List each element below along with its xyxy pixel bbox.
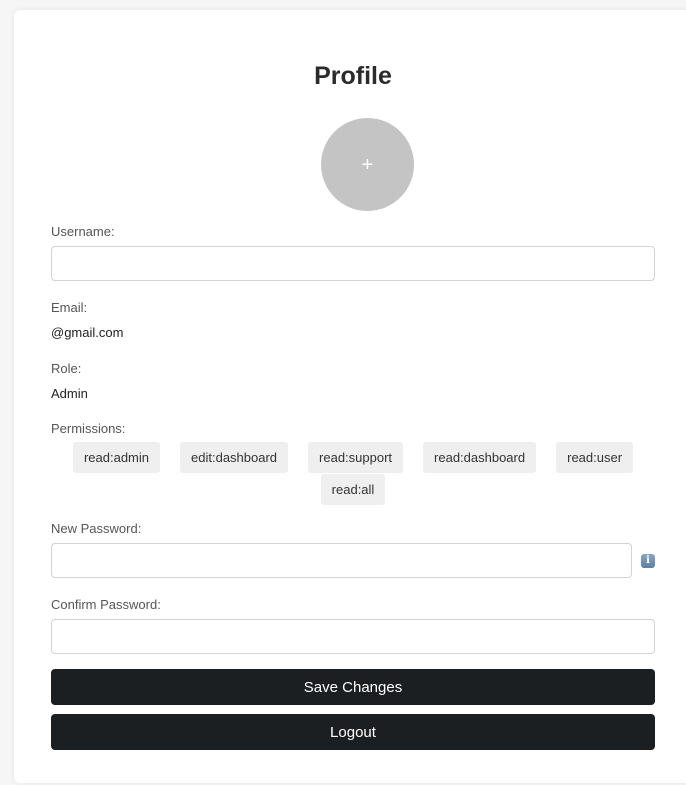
permission-chip: read:dashboard bbox=[423, 442, 537, 473]
email-value: @gmail.com bbox=[51, 325, 124, 340]
plus-icon: + bbox=[361, 153, 374, 176]
username-input[interactable] bbox=[51, 246, 655, 281]
confirm-password-input[interactable] bbox=[51, 619, 655, 654]
permission-chip: read:admin bbox=[72, 442, 161, 473]
permission-chip: read:support bbox=[308, 442, 404, 473]
avatar-upload-button[interactable]: + bbox=[321, 118, 414, 211]
page-title: Profile bbox=[314, 62, 392, 90]
role-value: Admin bbox=[51, 386, 88, 401]
permissions-list: read:admin edit:dashboard read:support r… bbox=[51, 442, 655, 505]
permission-chip: read:all bbox=[320, 474, 386, 505]
email-label: Email: bbox=[51, 300, 88, 315]
permission-chip: edit:dashboard bbox=[180, 442, 289, 473]
new-password-input[interactable] bbox=[51, 543, 632, 578]
permissions-label: Permissions: bbox=[51, 421, 126, 436]
logout-button[interactable]: Logout bbox=[51, 714, 655, 750]
username-label: Username: bbox=[51, 224, 115, 239]
new-password-label: New Password: bbox=[51, 521, 142, 536]
confirm-password-label: Confirm Password: bbox=[51, 597, 161, 612]
info-icon[interactable]: i bbox=[641, 554, 655, 568]
profile-card: Profile + bbox=[14, 10, 686, 783]
role-label: Role: bbox=[51, 361, 82, 376]
save-changes-button[interactable]: Save Changes bbox=[51, 669, 655, 705]
permission-chip: read:user bbox=[556, 442, 634, 473]
